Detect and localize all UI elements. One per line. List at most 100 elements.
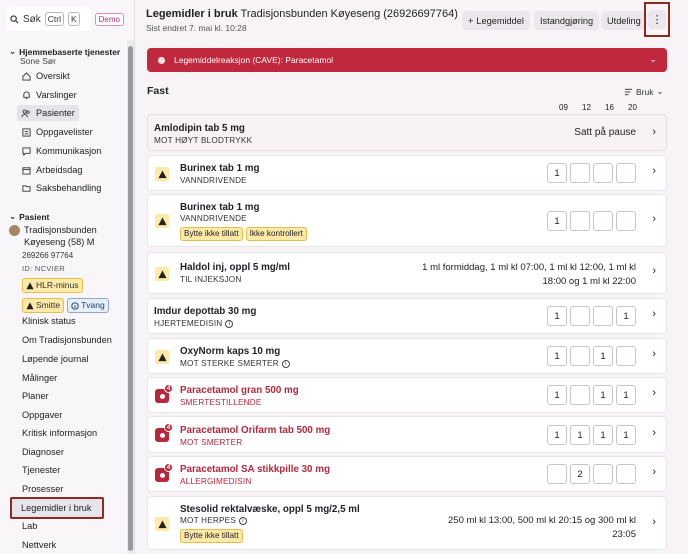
sidebar-item-saksbehandling[interactable]: Saksbehandling — [17, 180, 105, 196]
info-icon[interactable]: i — [239, 516, 247, 525]
dose-description-line2: 18:00 og 1 ml kl 22:00 — [542, 276, 636, 287]
sidebar-item-oppgavelister[interactable]: Oppgavelister — [17, 124, 97, 140]
sidebar-item-pasienter[interactable]: Pasienter — [17, 105, 79, 121]
smitte-badge[interactable]: Smitte — [22, 298, 65, 313]
hlr-minus-badge[interactable]: HLR-minus — [22, 278, 83, 293]
allergy-alert-icon: 4 — [155, 463, 173, 482]
dose-schedule: 1 — [547, 211, 636, 231]
chat-icon — [21, 146, 31, 156]
patient-nav-lab[interactable]: Lab — [22, 521, 37, 531]
dose-16 — [593, 306, 613, 326]
bell-icon — [21, 90, 31, 100]
sort-button[interactable]: Bruk ⌄ — [624, 86, 664, 97]
add-medication-button[interactable]: + Legemiddel — [462, 11, 530, 30]
scrollbar-thumb[interactable] — [128, 46, 133, 551]
search-button[interactable]: Søk Ctrl K — [6, 7, 91, 31]
patient-nav-journal[interactable]: Løpende journal — [22, 354, 88, 364]
medication-purpose: VANNDRIVENDE — [180, 214, 247, 223]
page-title-patient: Tradisjonsbunden Køyeseng (26926697764) — [237, 8, 458, 20]
alert-count: 4 — [164, 423, 173, 432]
dose-16 — [593, 163, 613, 183]
warning-icon — [26, 301, 34, 309]
chevron-right-icon: › — [652, 387, 656, 399]
badge-label: Smitte — [36, 300, 61, 310]
sidebar-scrollbar[interactable] — [127, 40, 134, 554]
section-home-services-zone: Sone Sør — [20, 56, 56, 66]
patient-name-row[interactable]: Tradisjonsbunden Køyeseng (58) M — [9, 224, 121, 248]
dose-20 — [616, 211, 636, 231]
warning-icon — [26, 281, 34, 289]
section-patient[interactable]: ⌄ Pasient — [9, 211, 49, 222]
patient-card: Tradisjonsbunden Køyeseng (58) M 269266 … — [9, 224, 121, 313]
page-title: Legemidler i bruk Tradisjonsbunden Køyes… — [146, 8, 458, 20]
avatar — [9, 225, 20, 236]
utdeling-button[interactable]: Utdeling — [601, 11, 647, 30]
patient-nav-oppgaver[interactable]: Oppgaver — [22, 410, 62, 420]
medication-name: Paracetamol gran 500 mg — [180, 385, 299, 396]
medication-card[interactable]: Haldol inj, oppl 5 mg/ml TIL INJEKSJON 1… — [147, 252, 667, 294]
dose-schedule: 1 1 1 1 — [547, 425, 636, 445]
istandgjoring-button[interactable]: Istandgjøring — [534, 11, 600, 30]
medication-card[interactable]: Amlodipin tab 5 mg MOT HØYT BLODTRYKK Sa… — [147, 114, 667, 151]
medication-card[interactable]: 4 Paracetamol gran 500 mg SMERTESTILLEND… — [147, 377, 667, 413]
chevron-down-icon: ⌄ — [9, 46, 17, 56]
section-patient-title: Pasient — [19, 211, 50, 222]
sidebar-item-label: Oversikt — [36, 71, 70, 81]
patient-name: Tradisjonsbunden Køyeseng (58) M — [24, 225, 97, 247]
medication-card[interactable]: 4 Paracetamol SA stikkpille 30 mg ALLERG… — [147, 456, 667, 492]
patient-nav-planer[interactable]: Planer — [22, 391, 49, 401]
sidebar-item-arbeidsdag[interactable]: Arbeidsdag — [17, 162, 86, 178]
chevron-right-icon: › — [652, 165, 656, 177]
patient-nav-tjenester[interactable]: Tjenester — [22, 465, 60, 475]
section-fast-title: Fast — [147, 85, 169, 97]
medication-card[interactable]: Stesolid rektalvæske, oppl 5 mg/2,5 ml M… — [147, 496, 667, 550]
sidebar-item-varslinger[interactable]: Varslinger — [17, 87, 81, 103]
patient-nav-nettverk[interactable]: Nettverk — [22, 540, 56, 550]
sidebar-item-oversikt[interactable]: Oversikt — [17, 68, 74, 84]
cave-alert[interactable]: Legemiddelreaksjon (CAVE): Paracetamol ⌄ — [147, 48, 667, 72]
dose-description-line1: 1 ml formiddag, 1 ml kl 07:00, 1 ml kl 1… — [422, 262, 636, 273]
home-icon — [21, 71, 31, 81]
patient-nav-malinger[interactable]: Målinger — [22, 373, 57, 383]
patient-nav-kritisk-info[interactable]: Kritisk informasjon — [22, 428, 97, 438]
warning-icon — [155, 214, 169, 228]
add-medication-label: Legemiddel — [476, 15, 524, 26]
medication-card[interactable]: Burinex tab 1 mg VANNDRIVENDE 1 › — [147, 155, 667, 191]
medication-card[interactable]: Imdur depottab 30 mg HJERTEMEDISIN i 1 1… — [147, 298, 667, 334]
dose-schedule: 1 — [547, 163, 636, 183]
medication-card[interactable]: OxyNorm kaps 10 mg MOT STERKE SMERTER i … — [147, 338, 667, 374]
dose-12 — [570, 163, 590, 183]
patient-nav-prosesser[interactable]: Prosesser — [22, 484, 63, 494]
warning-icon — [155, 350, 169, 364]
medication-status: Satt på pause — [574, 127, 636, 138]
medication-name: Burinex tab 1 mg — [180, 163, 260, 174]
medication-purpose: SMERTESTILLENDE — [180, 398, 262, 407]
sidebar-item-label: Varslinger — [36, 90, 77, 100]
dose-09: 1 — [547, 306, 567, 326]
dose-20: 1 — [616, 306, 636, 326]
allergy-alert-icon: 4 — [155, 423, 173, 442]
patient-nav-om[interactable]: Om Tradisjonsbunden — [22, 335, 112, 345]
info-icon[interactable]: i — [281, 359, 290, 368]
info-icon[interactable]: i — [225, 319, 234, 328]
chevron-down-icon: ⌄ — [649, 54, 657, 64]
patient-nav-diagnoser[interactable]: Diagnoser — [22, 447, 64, 457]
sidebar-item-kommunikasjon[interactable]: Kommunikasjon — [17, 143, 105, 159]
patient-nav-legemidler[interactable]: Legemidler i bruk — [10, 497, 104, 519]
dose-schedule: 1 1 — [547, 346, 636, 366]
more-options-button[interactable]: ⋮ — [648, 10, 666, 29]
folder-icon — [21, 183, 31, 193]
last-modified: Sist endret 7. mai kl. 10:28 — [146, 23, 247, 33]
sidebar: Søk Ctrl K Demo ⌄ Hjemmebaserte tjeneste… — [0, 0, 135, 554]
medication-card[interactable]: 4 Paracetamol Orifarm tab 500 mg MOT SME… — [147, 416, 667, 453]
dose-12 — [570, 211, 590, 231]
patient-nav-klinisk-status[interactable]: Klinisk status — [22, 316, 76, 326]
dose-20 — [616, 464, 636, 484]
alert-count: 4 — [164, 463, 173, 472]
medication-purpose: HJERTEMEDISIN — [154, 319, 223, 328]
medication-name: Paracetamol Orifarm tab 500 mg — [180, 425, 331, 436]
hour-20: 20 — [628, 103, 637, 112]
tvang-badge[interactable]: Tvang — [67, 298, 109, 313]
medication-purpose-row: MOT HERPES i — [180, 516, 247, 525]
medication-card[interactable]: Burinex tab 1 mg VANNDRIVENDE Bytte ikke… — [147, 194, 667, 247]
